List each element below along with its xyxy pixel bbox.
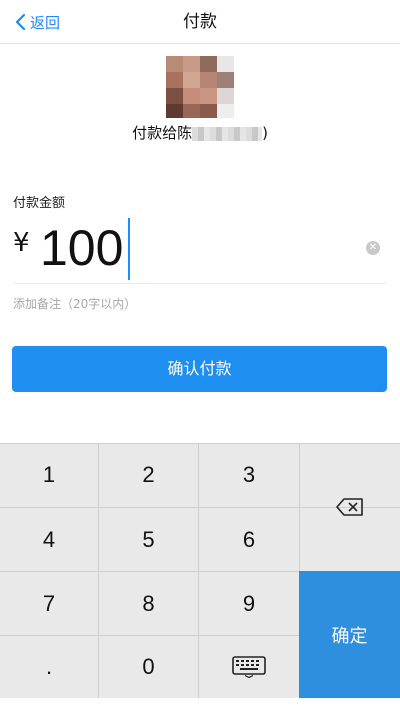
numeric-keypad: 1 2 3 4 5 6 7 8 9 . 0 确定 xyxy=(0,443,400,710)
payee-name-mask xyxy=(192,126,263,141)
key-4[interactable]: 4 xyxy=(0,508,98,571)
payee-avatar xyxy=(166,56,234,118)
key-decimal[interactable]: . xyxy=(0,636,98,698)
key-9[interactable]: 9 xyxy=(199,572,299,635)
key-2[interactable]: 2 xyxy=(99,443,198,507)
amount-input[interactable]: 100 xyxy=(40,218,123,278)
bottom-strip xyxy=(0,698,400,710)
key-3[interactable]: 3 xyxy=(199,443,299,507)
payee-line: 付款给陈) xyxy=(0,122,400,146)
nav-bar: 返回 付款 xyxy=(0,0,400,44)
confirm-key[interactable]: 确定 xyxy=(299,571,400,698)
payee-suffix: ) xyxy=(262,124,268,142)
currency-symbol: ¥ xyxy=(13,228,30,258)
keyboard-icon xyxy=(232,656,266,678)
payee-prefix: 付款给陈 xyxy=(132,124,193,142)
key-5[interactable]: 5 xyxy=(99,508,198,571)
text-caret xyxy=(128,218,130,280)
clear-icon[interactable]: ✕ xyxy=(366,241,380,255)
key-0[interactable]: 0 xyxy=(99,636,198,698)
amount-divider xyxy=(13,283,387,284)
note-input[interactable]: 添加备注（20字以内） xyxy=(13,295,136,312)
backspace-button[interactable] xyxy=(300,443,400,571)
confirm-pay-button[interactable]: 确认付款 xyxy=(12,346,387,392)
key-7[interactable]: 7 xyxy=(0,572,98,635)
key-8[interactable]: 8 xyxy=(99,572,198,635)
hide-keyboard-button[interactable] xyxy=(199,636,299,698)
amount-label: 付款金额 xyxy=(13,196,66,211)
key-1[interactable]: 1 xyxy=(0,443,98,507)
backspace-icon xyxy=(336,498,363,516)
key-6[interactable]: 6 xyxy=(199,508,299,571)
page-title: 付款 xyxy=(183,12,217,32)
